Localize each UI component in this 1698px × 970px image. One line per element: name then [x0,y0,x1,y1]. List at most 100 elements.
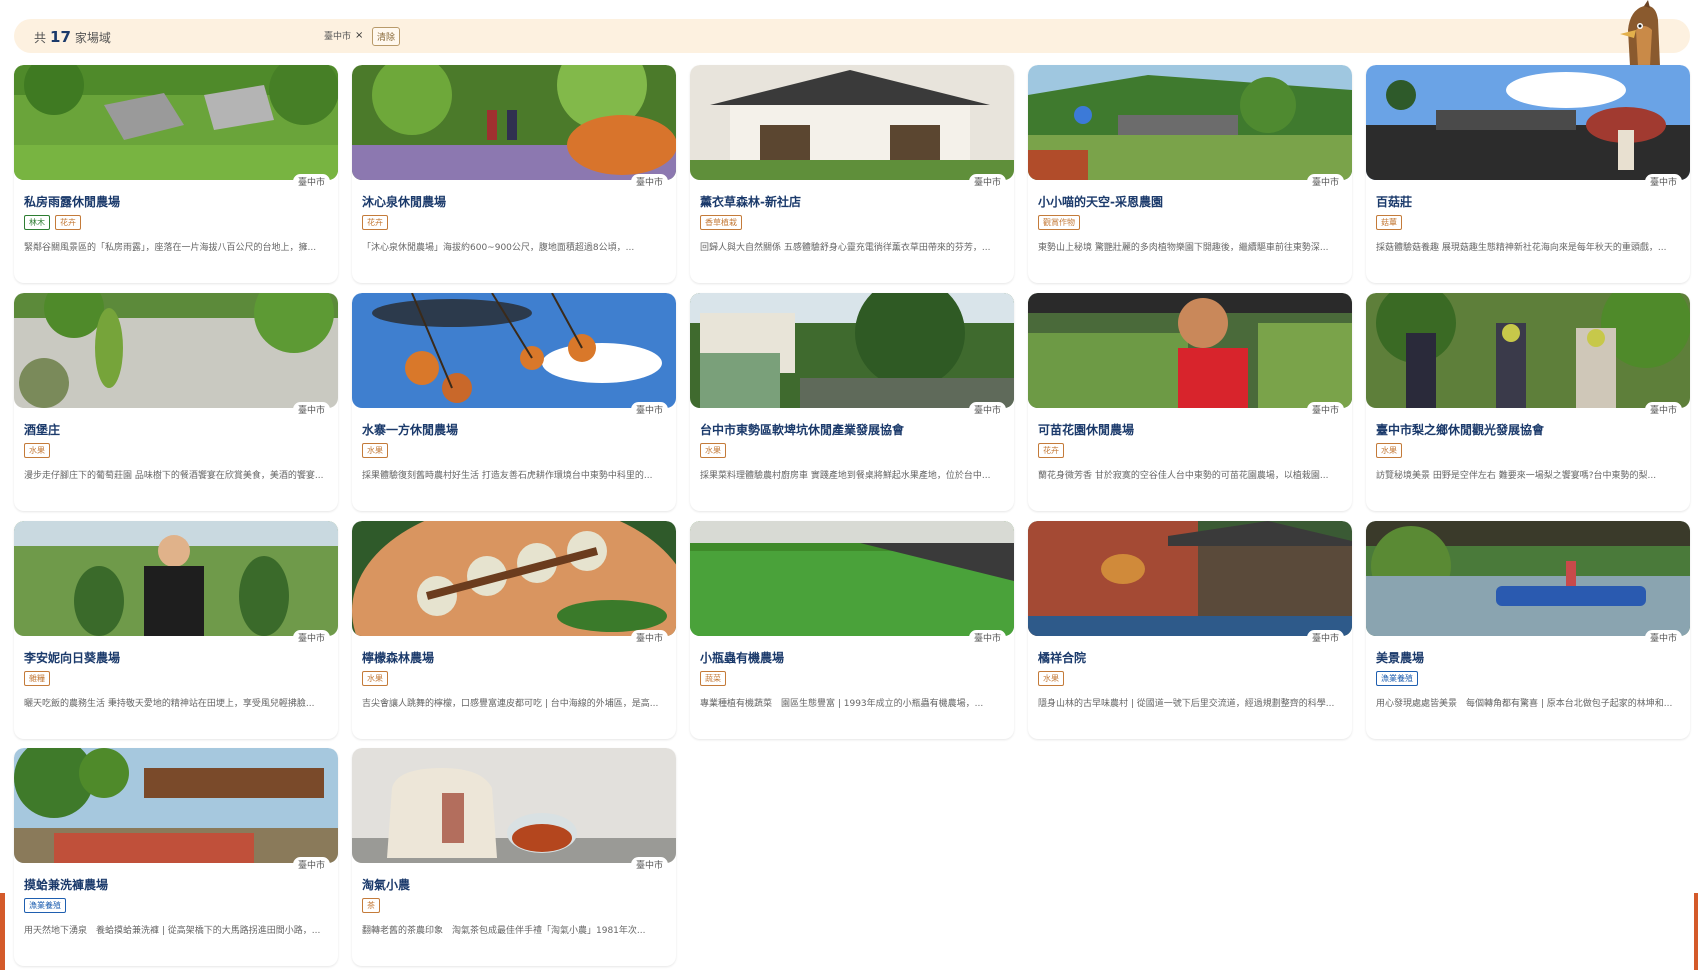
filter-chip-label: 臺中市 [324,32,352,42]
count-suffix: 家場域 [74,31,111,45]
venue-card[interactable]: 臺中市 橘祥合院 水果 隱身山林的古早味農村 | 從國道一號下后里交流道，經過規劃整齊… [1028,521,1352,739]
venue-card[interactable]: 臺中市檸檬森林農場 水果吉尖會讓人跳舞的檸檬，口感豐富連皮都可吃 | 台中海線的外… [352,521,676,739]
filter-chip-region[interactable]: 臺中市 × [324,29,363,42]
category-tag: 水果 [700,443,726,458]
category-tags: 蔬菜 [700,671,726,686]
venue-name[interactable]: 小瓶蟲有機農場 [700,649,784,666]
venue-photo[interactable] [14,293,338,408]
category-tags: 水果 [24,443,50,458]
venue-card[interactable]: 臺中市 水寨一方休閒農場 水果 採果體驗復刻舊時農村好生活 打造友善石虎耕作環境台中東… [352,293,676,511]
venue-description: 漫步走仔腳庄下的葡萄莊園 品味樹下的餐酒饗宴在欣賞美食，美酒的饗宴... [24,471,324,481]
venue-photo[interactable] [690,293,1014,408]
venue-description: 曬天吃飯的農務生活 秉持敬天愛地的精神站在田埂上，享受風兒輕拂臉... [24,699,315,709]
region-badge: 臺中市 [1306,402,1344,417]
venue-name[interactable]: 小小喵的天空-采恩農園 [1038,193,1163,210]
category-tags: 水果 [1038,671,1064,686]
venue-photo[interactable] [14,65,338,180]
venue-name[interactable]: 檸檬森林農場 [362,649,434,666]
venue-description: 「沐心泉休閒農場」海拔約600~900公尺，腹地面積超過8公頃，... [362,243,635,253]
region-badge: 臺中市 [1306,174,1344,189]
region-badge: 臺中市 [1644,402,1682,417]
category-tag: 水果 [362,443,388,458]
venue-description: 用天然地下湧泉 養蛤摸蛤兼洗褲 | 從高架橋下的大馬路拐進田間小路，... [24,926,321,936]
venue-card[interactable]: 臺中市 酒堡庄 水果 漫步走仔腳庄下的葡萄莊園 品味樹下的餐酒饗宴在欣賞美食，美酒的饗… [14,293,338,511]
clear-filters-button[interactable]: 清除 [372,27,401,46]
category-tags: 花卉 [1038,443,1064,458]
count-prefix: 共 [34,31,47,45]
region-badge: 臺中市 [968,402,1006,417]
venue-description: 採果菜料理體驗農村廚房車 實踐產地到餐桌將鮮起水果產地，位於台中... [700,471,991,481]
venue-card[interactable]: 臺中市 私房雨露休閒農場 林木 花卉 緊鄰谷關風景區的「私房雨露」，座落在一片海拔八百公… [14,65,338,283]
venue-name[interactable]: 臺中市梨之鄉休閒觀光發展協會 [1376,421,1544,438]
venue-description: 隱身山林的古早味農村 | 從國道一號下后里交流道，經過規劃整齊的科學... [1038,699,1335,709]
venue-card[interactable]: 臺中市 可苗花園休閒農場 花卉 蘭花身微芳香 甘於寂寞的空谷佳人台中東勢的可苗花園農場… [1028,293,1352,511]
venue-photo[interactable] [690,65,1014,180]
category-tags: 花卉 [362,215,388,230]
venue-card[interactable]: 臺中市 沐心泉休閒農場 花卉 「沐心泉休閒農場」海拔約600~900公尺，腹地面積超過… [352,65,676,283]
category-tags: 漁業養殖 [1376,671,1418,686]
category-tags: 香草植栽 [700,215,742,230]
category-tags: 林木 花卉 [24,215,81,230]
venue-card[interactable]: 臺中市 摸蛤兼洗褲農場 漁業養殖 用天然地下湧泉 養蛤摸蛤兼洗褲 | 從高架橋下的大馬… [14,748,338,966]
venue-name[interactable]: 私房雨露休閒農場 [24,193,120,210]
venue-description: 吉尖會讓人跳舞的檸檬，口感豐富連皮都可吃 | 台中海線的外埔區，是高... [362,699,659,709]
venue-name[interactable]: 水寨一方休閒農場 [362,421,458,438]
venue-card[interactable]: 臺中市 李安妮向日葵農場 雜糧 曬天吃飯的農務生活 秉持敬天愛地的精神站在田埂上，享受… [14,521,338,739]
venue-name[interactable]: 百菇莊 [1376,193,1412,210]
result-count: 共 17 家場域 [34,28,111,46]
venue-description: 回歸人與大自然關係 五感體驗舒身心靈充電徜徉薰衣草田帶來的芬芳，... [700,243,991,253]
venue-card[interactable]: 臺中市 臺中市梨之鄉休閒觀光發展協會 水果 訪覽秘境美景 田野是空伴左右 難要來一場梨… [1366,293,1690,511]
venue-photo[interactable] [14,748,338,863]
venue-name[interactable]: 沐心泉休閒農場 [362,193,446,210]
close-icon[interactable]: × [355,30,363,41]
venue-photo[interactable] [1366,521,1690,636]
venue-name[interactable]: 美景農場 [1376,649,1424,666]
venue-card[interactable]: 臺中市 薰衣草森林-新社店 香草植栽 回歸人與大自然關係 五感體驗舒身心靈充電徜徉薰衣… [690,65,1014,283]
venue-photo[interactable] [1028,65,1352,180]
venue-description: 專業種植有機蔬菜 園區生態豐富 | 1993年成立的小瓶蟲有機農場，... [700,699,984,709]
venue-photo[interactable] [352,293,676,408]
category-tags: 水果 [362,443,388,458]
venue-card[interactable]: 臺中市 美景農場 漁業養殖 用心發現處處皆美景 每個轉角都有驚喜 | 原本台北做包子起… [1366,521,1690,739]
venue-name[interactable]: 李安妮向日葵農場 [24,649,120,666]
venue-name[interactable]: 台中市東勢區軟埤坑休閒產業發展協會 [700,421,904,438]
venue-photo[interactable] [1366,293,1690,408]
venue-description: 採果體驗復刻舊時農村好生活 打造友善石虎耕作環境台中東勢中科里的... [362,471,653,481]
venue-card[interactable]: 臺中市小小喵的天空-采恩農園 觀賞作物東勢山上秘境 驚艷壯麗的多肉植物樂園下開趣後… [1028,65,1352,283]
venue-description: 東勢山上秘境 驚艷壯麗的多肉植物樂園下開趣後，繼續驅車前往東勢深... [1038,243,1329,253]
venue-name[interactable]: 橘祥合院 [1038,649,1086,666]
count-number: 17 [50,28,71,46]
category-tag: 蔬菜 [700,671,726,686]
category-tag: 菇蕈 [1376,215,1402,230]
category-tag: 茶 [362,898,380,913]
category-tag: 水果 [1038,671,1064,686]
venue-name[interactable]: 酒堡庄 [24,421,60,438]
region-badge: 臺中市 [630,630,668,645]
venue-name[interactable]: 薰衣草森林-新社店 [700,193,801,210]
venue-photo[interactable] [352,748,676,863]
category-tags: 水果 [362,671,388,686]
filter-bar: 共 17 家場域 臺中市 × 清除 [14,19,1690,53]
category-tags: 觀賞作物 [1038,215,1080,230]
venue-description: 用心發現處處皆美景 每個轉角都有驚喜 | 原本台北做包子起家的林坤和... [1376,699,1673,709]
venue-name[interactable]: 摸蛤兼洗褲農場 [24,876,108,893]
venue-card[interactable]: 臺中市 百菇莊 菇蕈 採菇體驗菇養趣 展現菇趣生態精神新社花海向來是每年秋天的重頭戲，… [1366,65,1690,283]
category-tags: 漁業養殖 [24,898,66,913]
venue-photo[interactable] [1028,293,1352,408]
venue-description: 翻轉老舊的茶農印象 淘氣茶包成最佳伴手禮「淘氣小農」1981年次... [362,926,646,936]
venue-photo[interactable] [690,521,1014,636]
venue-card[interactable]: 臺中市台中市東勢區軟埤坑休閒產業發展協會 水果採果菜料理體驗農村廚房車 實踐產地到… [690,293,1014,511]
venue-photo[interactable] [1028,521,1352,636]
venue-name[interactable]: 淘氣小農 [362,876,410,893]
venue-photo[interactable] [352,521,676,636]
venue-name[interactable]: 可苗花園休閒農場 [1038,421,1134,438]
venue-photo[interactable] [1366,65,1690,180]
category-tag: 花卉 [1038,443,1064,458]
venue-card[interactable]: 臺中市小瓶蟲有機農場 蔬菜專業種植有機蔬菜 園區生態豐富 | 1993年成立的小瓶… [690,521,1014,739]
region-badge: 臺中市 [968,630,1006,645]
category-tag: 漁業養殖 [24,898,66,913]
region-badge: 臺中市 [292,174,330,189]
venue-photo[interactable] [14,521,338,636]
venue-photo[interactable] [352,65,676,180]
venue-card[interactable]: 臺中市 淘氣小農茶翻轉老舊的茶農印象 淘氣茶包成最佳伴手禮「淘氣小農」1981年次… [352,748,676,966]
